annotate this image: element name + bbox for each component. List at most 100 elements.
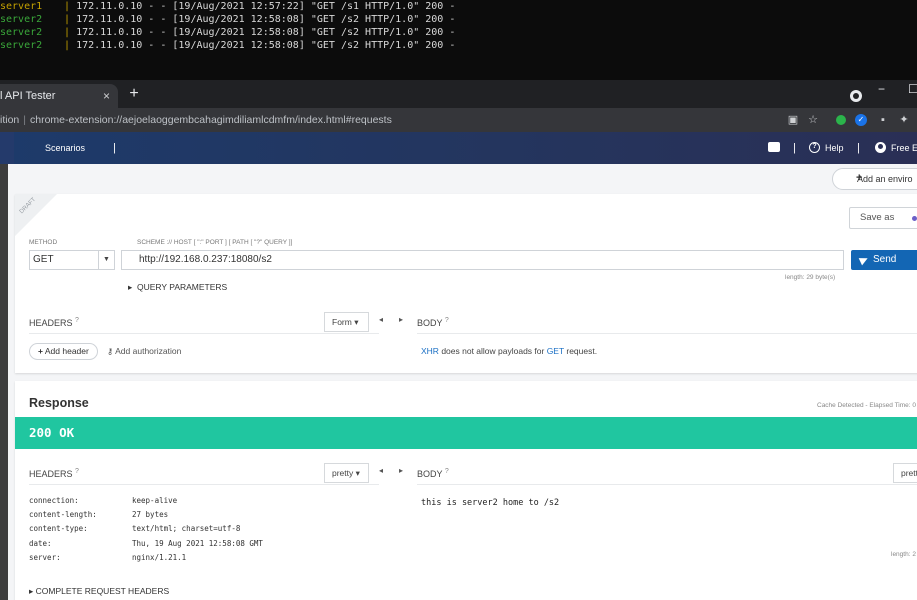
add-header-label: Add header bbox=[44, 346, 89, 356]
close-icon[interactable]: × bbox=[103, 84, 110, 108]
complete-headers-label: COMPLETE REQUEST HEADERS bbox=[35, 586, 170, 596]
terminal-server-name: server2 bbox=[0, 14, 43, 25]
terminal-server-name: server1 bbox=[0, 1, 43, 12]
address-prefix: ition bbox=[0, 114, 20, 126]
help-icon[interactable]: ? bbox=[809, 142, 820, 153]
bookmark-star-icon[interactable]: ☆ bbox=[806, 113, 820, 127]
nav-help[interactable]: Help bbox=[825, 132, 844, 164]
address-separator: | bbox=[23, 114, 26, 126]
headers-label-text: HEADERS bbox=[29, 318, 73, 328]
address-bar: ition | chrome-extension://aejoelaoggembca… bbox=[0, 108, 917, 132]
url-input[interactable]: http://192.168.0.237:18080/s2 bbox=[121, 250, 844, 270]
form-mode-button[interactable]: Form ▾ bbox=[324, 312, 369, 332]
divider bbox=[417, 333, 917, 334]
terminal-log-text: 172.11.0.10 - - [19/Aug/2021 12:58:08] "… bbox=[76, 14, 456, 25]
header-row: content-length: 27 bytes bbox=[29, 510, 168, 524]
tab-title: l API Tester bbox=[0, 90, 56, 102]
nav-free-edition[interactable]: Free Ed bbox=[891, 132, 917, 164]
terminal-server-name: server2 bbox=[0, 40, 43, 51]
collapse-right-icon[interactable]: ▸ bbox=[399, 466, 403, 475]
header-value: Thu, 19 Aug 2021 12:58:08 GMT bbox=[132, 539, 263, 548]
request-panel: DRAFT Save as METHOD SCHEME :// HOST [ "… bbox=[15, 194, 917, 373]
pretty-body-button[interactable]: prett bbox=[893, 463, 917, 483]
puzzle-icon[interactable]: ✦ bbox=[897, 113, 911, 127]
add-header-button[interactable]: + Add header bbox=[29, 343, 98, 360]
terminal-line: server2 | 172.11.0.10 - - [19/Aug/2021 12… bbox=[0, 13, 917, 26]
response-headers-label: HEADERS ? bbox=[29, 468, 79, 479]
query-parameters-label: QUERY PARAMETERS bbox=[137, 282, 228, 292]
extension-check-icon[interactable]: ✓ bbox=[855, 114, 867, 126]
header-row: connection: keep-alive bbox=[29, 496, 177, 510]
response-body-label: BODY ? bbox=[417, 468, 449, 479]
header-key: content-length: bbox=[29, 510, 97, 519]
minimize-icon[interactable]: − bbox=[878, 82, 885, 96]
plus-icon: + bbox=[38, 346, 43, 356]
browser-tab[interactable]: l API Tester × bbox=[0, 84, 118, 108]
terminal-line: server2 | 172.11.0.10 - - [19/Aug/2021 12… bbox=[0, 26, 917, 39]
pretty-mode-button[interactable]: pretty ▾ bbox=[324, 463, 369, 483]
header-key: date: bbox=[29, 539, 52, 548]
help-icon[interactable]: ? bbox=[75, 468, 79, 475]
header-value: keep-alive bbox=[132, 496, 178, 505]
body-label-text: BODY bbox=[417, 318, 443, 328]
add-authorization-link[interactable]: ⚷ Add authorization bbox=[107, 346, 181, 357]
method-select[interactable]: GET ▼ bbox=[29, 250, 115, 270]
extension-green-icon[interactable] bbox=[836, 115, 846, 125]
collapse-left-icon[interactable]: ◂ bbox=[379, 315, 383, 324]
divider bbox=[417, 484, 917, 485]
nav-side-strip bbox=[0, 132, 14, 164]
complete-request-headers-toggle[interactable]: ▸ COMPLETE REQUEST HEADERS bbox=[29, 586, 169, 597]
chat-icon[interactable] bbox=[768, 142, 780, 152]
query-parameters-toggle[interactable]: ▸ QUERY PARAMETERS bbox=[128, 282, 227, 293]
url-field[interactable]: ition | chrome-extension://aejoelaoggembca… bbox=[0, 108, 392, 132]
extension-icon[interactable]: ▪ bbox=[876, 113, 890, 127]
user-icon[interactable] bbox=[875, 142, 886, 153]
main-content: Add an enviro + DRAFT Save as METHOD SCH… bbox=[0, 164, 917, 600]
divider bbox=[29, 484, 379, 485]
terminal-log-text: 172.11.0.10 - - [19/Aug/2021 12:58:08] "… bbox=[76, 40, 456, 51]
help-icon[interactable]: ? bbox=[445, 468, 449, 475]
plus-icon: + bbox=[856, 172, 863, 184]
header-value: text/html; charset=utf-8 bbox=[132, 524, 241, 533]
xhr-link[interactable]: XHR bbox=[421, 346, 439, 356]
get-link[interactable]: GET bbox=[547, 346, 564, 356]
body-label-text: BODY bbox=[417, 469, 443, 479]
header-key: connection: bbox=[29, 496, 79, 505]
maximize-icon[interactable]: ☐ bbox=[908, 82, 917, 96]
header-row: date: Thu, 19 Aug 2021 12:58:08 GMT bbox=[29, 539, 263, 553]
terminal-log-text: 172.11.0.10 - - [19/Aug/2021 12:57:22] "… bbox=[76, 1, 456, 12]
add-environment-button[interactable]: Add an enviro bbox=[832, 168, 917, 190]
header-row: content-type: text/html; charset=utf-8 bbox=[29, 524, 240, 538]
browser-tab-bar: l API Tester × + − ☐ bbox=[0, 80, 917, 108]
translate-icon[interactable]: ▣ bbox=[786, 113, 800, 127]
terminal-separator: | bbox=[64, 27, 71, 38]
collapse-left-icon[interactable]: ◂ bbox=[379, 466, 383, 475]
new-tab-button[interactable]: + bbox=[124, 84, 144, 104]
cache-elapsed-text: Cache Detected - Elapsed Time: 0 bbox=[817, 402, 916, 409]
chevron-down-icon: ▼ bbox=[98, 251, 114, 269]
add-authorization-label: Add authorization bbox=[115, 346, 182, 356]
help-icon[interactable]: ? bbox=[75, 317, 79, 324]
terminal-window: server1 | 172.11.0.10 - - [19/Aug/2021 12… bbox=[0, 0, 917, 80]
save-as-button[interactable]: Save as bbox=[849, 207, 917, 229]
help-icon[interactable]: ? bbox=[445, 317, 449, 324]
form-mode-label: Form bbox=[332, 317, 352, 327]
response-panel: Response Cache Detected - Elapsed Time: … bbox=[15, 381, 917, 600]
body-note-text: does not allow payloads for bbox=[438, 346, 547, 356]
terminal-separator: | bbox=[64, 40, 71, 51]
response-body-text: this is server2 home to /s2 bbox=[421, 498, 560, 508]
app-navbar: Scenarios | | ? Help | Free Ed bbox=[0, 132, 917, 164]
collapse-right-icon[interactable]: ▸ bbox=[399, 315, 403, 324]
response-title: Response bbox=[29, 396, 89, 410]
header-row: server: nginx/1.21.1 bbox=[29, 553, 186, 567]
header-key: content-type: bbox=[29, 524, 88, 533]
nav-divider: | bbox=[793, 142, 796, 154]
url-length: length: 29 byte(s) bbox=[785, 274, 836, 281]
nav-divider: | bbox=[857, 142, 860, 154]
request-headers-label: HEADERS ? bbox=[29, 317, 79, 328]
profile-icon[interactable] bbox=[850, 90, 862, 102]
nav-scenarios[interactable]: Scenarios bbox=[45, 132, 85, 164]
header-value: 27 bytes bbox=[132, 510, 169, 519]
header-key: server: bbox=[29, 553, 61, 562]
method-value: GET bbox=[33, 254, 54, 265]
